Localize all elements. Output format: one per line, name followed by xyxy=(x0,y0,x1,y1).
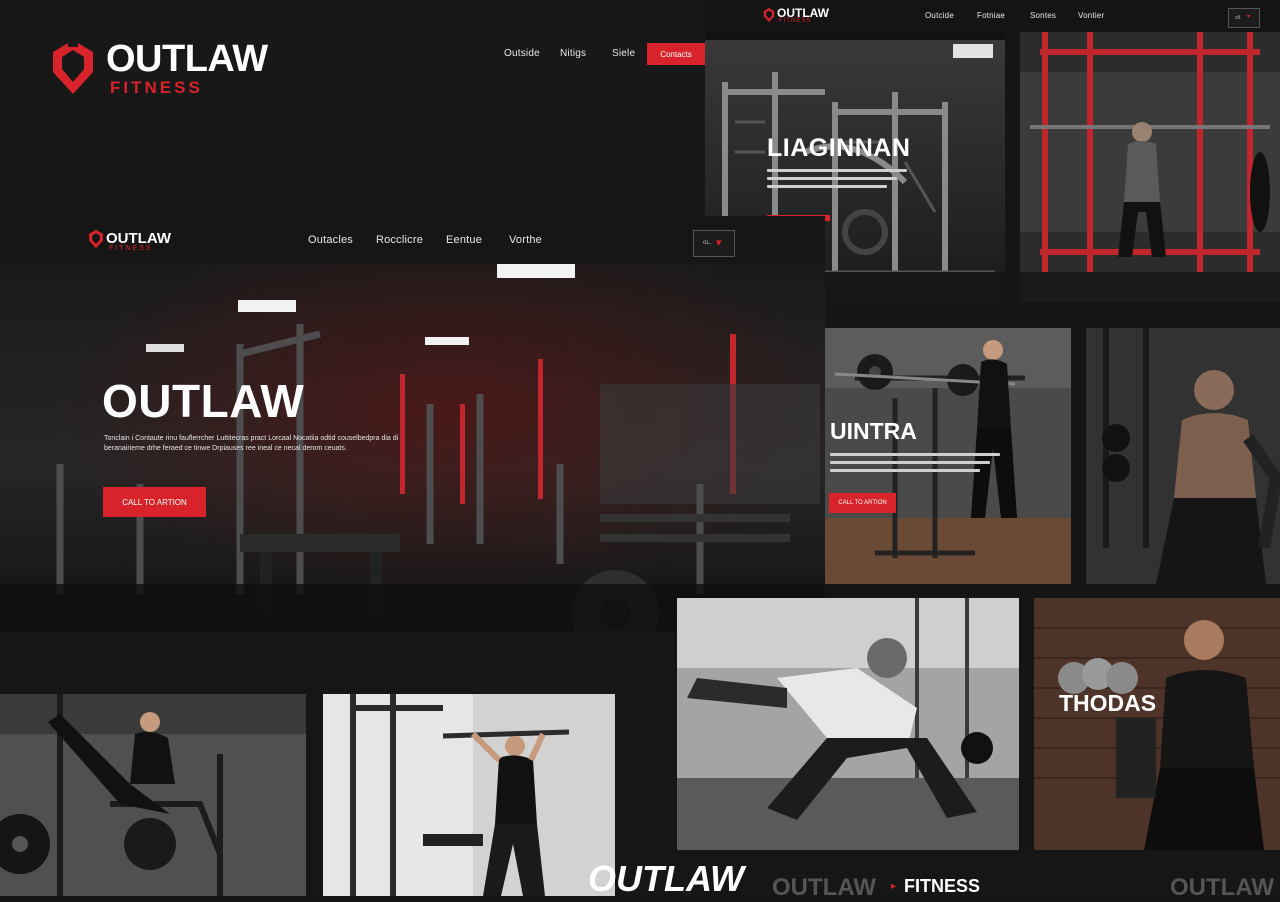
logo-sub: FITNESS xyxy=(109,245,153,252)
card-title-liaginnan: LIAGINNAN xyxy=(767,134,911,162)
footer-wordmark-1: OUTLAW xyxy=(588,858,744,899)
arrow-right-icon: ▸ xyxy=(891,881,897,892)
hero-section: OUTLAW Tonclain i Contaute rinu fauflerr… xyxy=(0,264,825,632)
nav-link-vorthe[interactable]: Vorthe xyxy=(509,234,542,246)
uintra-cta-button[interactable]: CALL TO ARTION xyxy=(829,493,896,513)
hero-select[interactable]: oL. ▾ xyxy=(693,230,735,257)
lunge-man-image xyxy=(677,598,1019,850)
footer-wordmark-4: OUTLAW xyxy=(1170,874,1274,901)
nav-link-eentue[interactable]: Eentue xyxy=(446,234,482,246)
card-body-text xyxy=(830,453,1000,477)
photo-thodas: THODAS xyxy=(1034,598,1280,850)
top-right-header: OUTLAW FITNESS Outcide Fotniae Sontes Vo… xyxy=(705,0,1280,32)
chevron-down-icon: ▾ xyxy=(716,237,722,249)
footer-wordmark-3: FITNESS xyxy=(904,876,981,896)
nav-link-rocclicre[interactable]: Rocclicre xyxy=(376,234,423,246)
nav-link-outacles[interactable]: Outacles xyxy=(308,234,353,246)
nav-link-fotniae[interactable]: Fotniae xyxy=(977,11,1005,20)
contact-button[interactable]: Contacts xyxy=(647,43,705,65)
nav-link-vontier[interactable]: Vontier xyxy=(1078,11,1104,20)
card-title-uintra: UINTRA xyxy=(830,418,917,444)
main-logo[interactable]: OUTLAW FITNESS xyxy=(50,36,268,100)
kettlebell-man-image xyxy=(1034,598,1280,850)
photo-muscle-man xyxy=(1086,328,1280,584)
logo-sub: FITNESS xyxy=(779,18,812,24)
squat-rack-image xyxy=(1020,32,1280,302)
chevron-down-icon: ▾ xyxy=(1247,14,1251,20)
card-body-text xyxy=(767,169,907,193)
photo-overhead-press xyxy=(323,694,615,896)
select-label: oL. xyxy=(703,240,712,246)
hero-cta-button[interactable]: CALL TO ARTION xyxy=(103,487,206,517)
nav-link-sontes[interactable]: Sontes xyxy=(1030,11,1056,20)
photo-leg-press xyxy=(0,694,306,896)
top-header: OUTLAW FITNESS Outside Nitigs Siele Cont… xyxy=(0,0,705,216)
outlaw-shield-icon xyxy=(763,7,775,23)
photo-uintra: UINTRA CALL TO ARTION xyxy=(825,328,1071,584)
nav-link-nitigs[interactable]: Nitigs xyxy=(560,48,586,59)
logo-word: OUTLAW xyxy=(106,38,268,80)
nav-link-siele[interactable]: Siele xyxy=(612,48,635,59)
hero-title: OUTLAW xyxy=(102,375,305,427)
top-right-select[interactable]: ctl. ▾ xyxy=(1228,8,1260,28)
outlaw-shield-icon xyxy=(53,38,93,94)
logo-sub: FITNESS xyxy=(110,78,203,97)
photo-squat-rack xyxy=(1020,32,1280,302)
hero-header: OUTLAW FITNESS Outacles Rocclicre Eentue… xyxy=(0,216,825,264)
select-label: ctl. xyxy=(1235,15,1242,21)
hero-body: Tonclain i Contaute rinu fauflerrcher Lu… xyxy=(104,435,399,452)
woman-leg-press-image xyxy=(0,694,306,896)
nav-link-outcide[interactable]: Outcide xyxy=(925,11,954,20)
footer-wordmark-2: OUTLAW xyxy=(772,874,876,901)
photo-lunge-man xyxy=(677,598,1019,850)
woman-overhead-image xyxy=(323,694,615,896)
muscle-man-image xyxy=(1086,328,1280,584)
card-title-thodas: THODAS xyxy=(1059,690,1157,716)
outlaw-shield-icon xyxy=(89,229,103,249)
nav-link-outside[interactable]: Outside xyxy=(504,48,540,59)
